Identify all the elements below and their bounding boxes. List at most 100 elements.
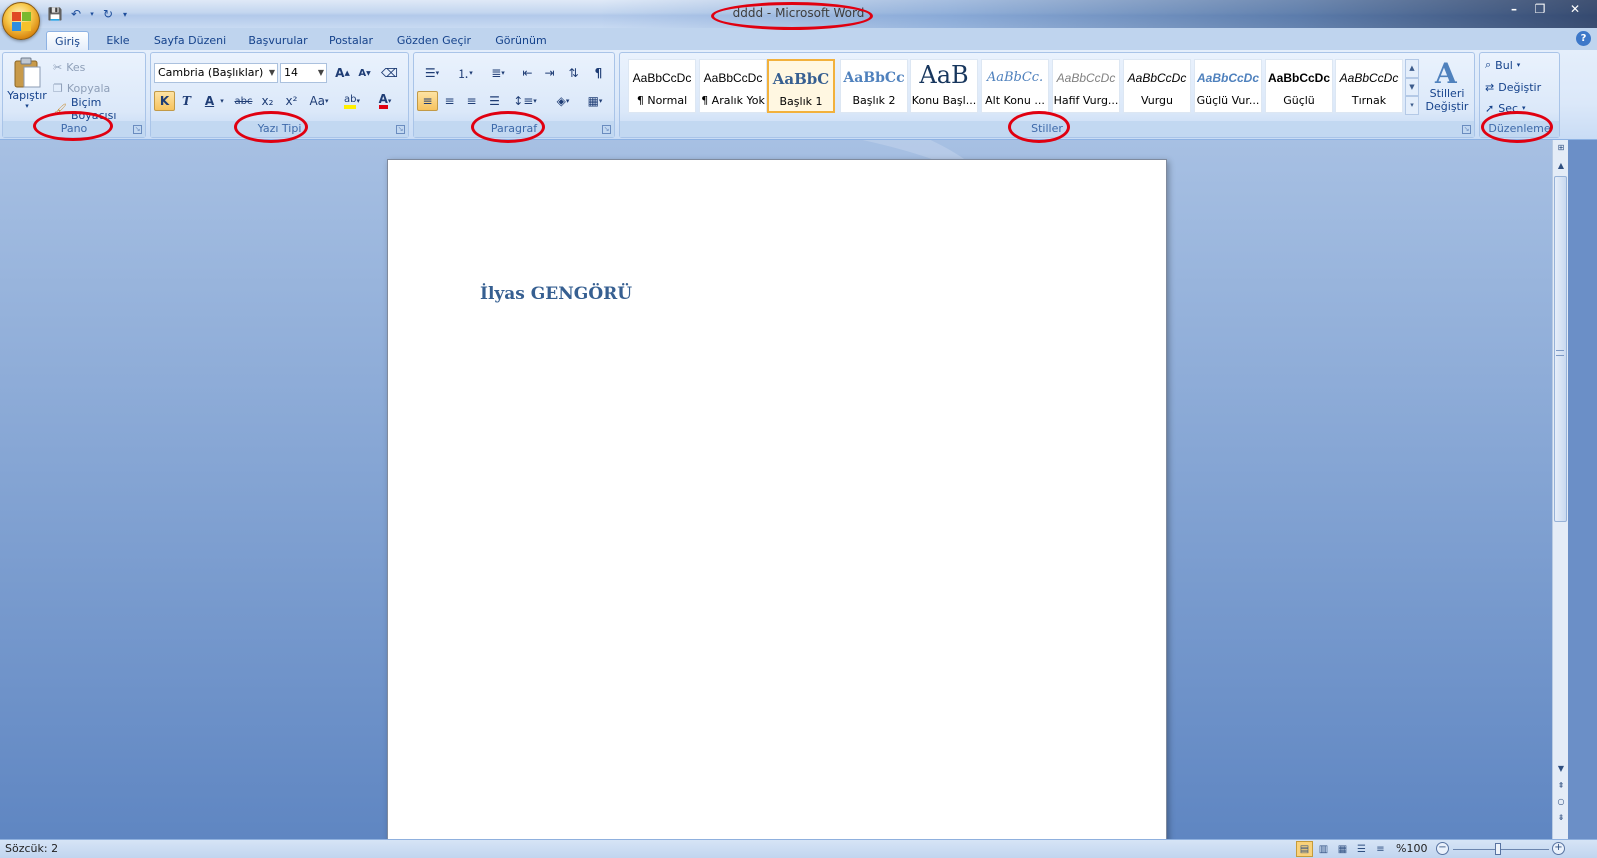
font-color-button[interactable]: A ▾ [371, 91, 399, 111]
shading-button[interactable]: ◈ ▾ [548, 91, 578, 111]
underline-dropdown-icon[interactable]: ▾ [217, 91, 227, 111]
style-normal[interactable]: AaBbCcDc ¶ Normal [628, 59, 696, 113]
word-count[interactable]: Sözcük: 2 [5, 842, 58, 855]
undo-icon[interactable]: ↶ [67, 5, 85, 23]
line-spacing-button[interactable]: ↕≡ ▾ [510, 91, 540, 111]
group-label-paragraph: Paragraf [414, 121, 614, 137]
style-intense-emphasis[interactable]: AaBbCcDc Güçlü Vur... [1194, 59, 1262, 113]
browse-object-icon[interactable]: ○ [1554, 796, 1568, 808]
office-button[interactable] [2, 2, 40, 40]
tab-gozden-gecir[interactable]: Gözden Geçir [393, 31, 475, 50]
zoom-in-icon[interactable]: + [1552, 842, 1565, 855]
redo-icon[interactable]: ↻ [99, 5, 117, 23]
paste-button[interactable]: Yapıştır ▾ [7, 57, 47, 110]
style-sample: AaBbCcDc [1056, 71, 1116, 85]
next-page-icon[interactable]: ⇟ [1554, 812, 1568, 824]
align-right-button[interactable]: ≡ [461, 91, 482, 111]
zoom-level[interactable]: %100 [1396, 842, 1427, 855]
save-icon[interactable]: 💾 [46, 5, 64, 23]
tab-giris[interactable]: Giriş [46, 31, 89, 50]
previous-page-icon[interactable]: ⇞ [1554, 780, 1568, 792]
style-quote[interactable]: AaBbCcDc Tırnak [1335, 59, 1403, 113]
font-size-dropdown-icon[interactable]: ▼ [318, 64, 324, 82]
style-emphasis[interactable]: AaBbCcDc Vurgu [1123, 59, 1191, 113]
styles-dialog-launcher-icon[interactable]: ↘ [1462, 125, 1471, 134]
strikethrough-button[interactable]: abc [233, 91, 254, 111]
grow-font-button[interactable]: A ▲ [332, 63, 353, 83]
zoom-slider-thumb[interactable] [1495, 843, 1501, 855]
tab-gorunum[interactable]: Görünüm [489, 31, 553, 50]
style-sample: AaBbCc. [986, 70, 1044, 85]
change-case-button[interactable]: Aa ▾ [306, 91, 332, 111]
bullets-button[interactable]: ☰ ▾ [417, 63, 447, 83]
web-layout-icon[interactable]: ▦ [1334, 841, 1351, 857]
style-heading-2[interactable]: AaBbCc Başlık 2 [840, 59, 908, 113]
tab-postalar[interactable]: Postalar [325, 31, 377, 50]
italic-button[interactable]: T [176, 91, 197, 111]
gallery-more-icon[interactable]: ▾ [1405, 96, 1419, 116]
scrollbar-thumb[interactable] [1554, 176, 1567, 522]
justify-button[interactable]: ☰ [484, 91, 505, 111]
close-icon[interactable]: ✕ [1553, 0, 1597, 18]
ruler-toggle-icon[interactable]: ⊞ [1554, 142, 1568, 154]
gallery-down-icon[interactable]: ▼ [1405, 77, 1419, 97]
style-title[interactable]: AaB Konu Başl... [910, 59, 978, 113]
customize-toolbar-icon[interactable]: ▾ [120, 5, 130, 23]
font-dialog-launcher-icon[interactable]: ↘ [396, 125, 405, 134]
draft-icon[interactable]: ≡ [1372, 841, 1389, 857]
window-title: dddd - Microsoft Word [732, 6, 865, 20]
bold-button[interactable]: K [154, 91, 175, 111]
show-marks-button[interactable]: ¶ [588, 63, 609, 83]
paragraph-dialog-launcher-icon[interactable]: ↘ [602, 125, 611, 134]
document-heading[interactable]: İlyas GENGÖRÜ [480, 284, 632, 304]
restore-icon[interactable]: ❐ [1527, 0, 1553, 18]
style-no-spacing[interactable]: AaBbCcDc ¶ Aralık Yok [699, 59, 767, 113]
subscript-button[interactable]: x₂ [257, 91, 278, 111]
style-heading-1[interactable]: AaBbC Başlık 1 [767, 59, 835, 113]
copy-button[interactable]: ❐ Kopyala [53, 79, 110, 97]
align-left-button[interactable]: ≡ [417, 91, 438, 111]
print-layout-icon[interactable]: ▤ [1296, 841, 1313, 857]
superscript-button[interactable]: x² [281, 91, 302, 111]
align-center-button[interactable]: ≡ [439, 91, 460, 111]
find-button[interactable]: ⌕ Bul ▾ [1485, 56, 1520, 74]
vertical-scrollbar[interactable]: ⊞ ▲ ▼ ⇞ ○ ⇟ [1552, 140, 1568, 839]
gallery-up-icon[interactable]: ▲ [1405, 59, 1419, 78]
multilevel-list-button[interactable]: ≣ ▾ [483, 63, 513, 83]
shrink-font-button[interactable]: A ▼ [354, 63, 375, 83]
tab-basvurular[interactable]: Başvurular [244, 31, 312, 50]
outline-icon[interactable]: ☰ [1353, 841, 1370, 857]
ribbon-tabs: Giriş Ekle Sayfa Düzeni Başvurular Posta… [0, 28, 1597, 50]
document-page[interactable]: İlyas GENGÖRÜ [387, 159, 1167, 839]
undo-dropdown-icon[interactable]: ▾ [88, 5, 96, 23]
tab-ekle[interactable]: Ekle [100, 31, 136, 50]
tab-sayfa-duzeni[interactable]: Sayfa Düzeni [150, 31, 230, 50]
zoom-out-icon[interactable]: − [1436, 842, 1449, 855]
font-name-combo[interactable]: Cambria (Başlıklar) ▼ [154, 63, 278, 83]
increase-indent-button[interactable]: ⇥ [539, 63, 560, 83]
style-subtle-emphasis[interactable]: AaBbCcDc Hafif Vurg... [1052, 59, 1120, 113]
numbering-button[interactable]: ⒈ ▾ [450, 63, 480, 83]
change-styles-button[interactable]: A Stilleri Değiştir [1422, 57, 1472, 113]
zoom-slider-track[interactable] [1453, 849, 1549, 850]
select-button[interactable]: ➚ Seç ▾ [1485, 99, 1526, 117]
format-painter-button[interactable]: 🖌 Biçim Boyacısı [53, 96, 145, 122]
pano-dialog-launcher-icon[interactable]: ↘ [133, 125, 142, 134]
cut-button[interactable]: ✂ Kes [53, 58, 85, 76]
replace-button[interactable]: ⇄ Değiştir [1485, 78, 1541, 96]
scroll-up-icon[interactable]: ▲ [1554, 160, 1568, 172]
help-icon[interactable]: ? [1576, 31, 1591, 46]
highlight-button[interactable]: ab ▾ [338, 91, 366, 111]
borders-button[interactable]: ▦ ▾ [580, 91, 610, 111]
decrease-indent-button[interactable]: ⇤ [517, 63, 538, 83]
font-size-combo[interactable]: 14 ▼ [280, 63, 327, 83]
clear-formatting-button[interactable]: ⌫ [379, 63, 400, 83]
sort-button[interactable]: ⇅ [563, 63, 584, 83]
minimize-icon[interactable]: – [1501, 0, 1527, 18]
font-name-dropdown-icon[interactable]: ▼ [269, 64, 275, 82]
scroll-down-icon[interactable]: ▼ [1554, 763, 1568, 775]
style-strong[interactable]: AaBbCcDc Güçlü [1265, 59, 1333, 113]
full-screen-reading-icon[interactable]: ▥ [1315, 841, 1332, 857]
style-subtitle[interactable]: AaBbCc. Alt Konu ... [981, 59, 1049, 113]
change-styles-icon: A [1434, 57, 1458, 87]
